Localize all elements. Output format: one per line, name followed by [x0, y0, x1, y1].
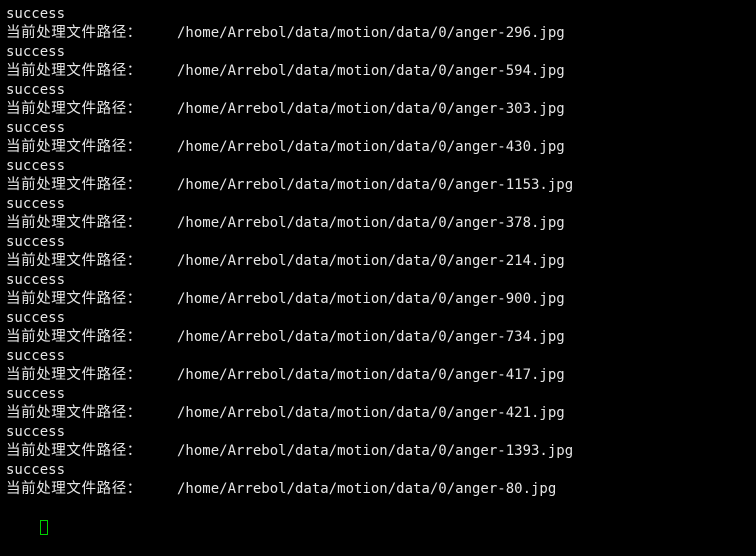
file-path: /home/Arrebol/data/motion/data/0/anger-8…	[177, 481, 557, 497]
path-label: 当前处理文件路径：	[6, 329, 142, 345]
path-label: 当前处理文件路径：	[6, 25, 142, 41]
output-path-line: 当前处理文件路径： /home/Arrebol/data/motion/data/…	[6, 62, 756, 81]
output-path-line: 当前处理文件路径： /home/Arrebol/data/motion/data/…	[6, 100, 756, 119]
output-status-line: success	[6, 43, 756, 62]
path-label: 当前处理文件路径：	[6, 481, 142, 497]
file-path: /home/Arrebol/data/motion/data/0/anger-4…	[177, 367, 565, 383]
output-path-line: 当前处理文件路径： /home/Arrebol/data/motion/data/…	[6, 24, 756, 43]
path-label: 当前处理文件路径：	[6, 253, 142, 269]
output-status-line: success	[6, 309, 756, 328]
status-text: success	[6, 424, 66, 440]
output-status-line: success	[6, 81, 756, 100]
file-path: /home/Arrebol/data/motion/data/0/anger-9…	[177, 291, 565, 307]
output-status-line: success	[6, 271, 756, 290]
cursor-icon	[39, 520, 48, 535]
status-text: success	[6, 82, 66, 98]
file-path: /home/Arrebol/data/motion/data/0/anger-7…	[177, 329, 565, 345]
path-label: 当前处理文件路径：	[6, 367, 142, 383]
file-path: /home/Arrebol/data/motion/data/0/anger-1…	[177, 177, 574, 193]
path-label: 当前处理文件路径：	[6, 291, 142, 307]
file-path: /home/Arrebol/data/motion/data/0/anger-2…	[177, 253, 565, 269]
prompt-line[interactable]	[6, 499, 756, 535]
status-text: success	[6, 272, 66, 288]
output-path-line: 当前处理文件路径： /home/Arrebol/data/motion/data/…	[6, 480, 756, 499]
output-path-line: 当前处理文件路径： /home/Arrebol/data/motion/data/…	[6, 442, 756, 461]
status-text: success	[6, 310, 66, 326]
file-path: /home/Arrebol/data/motion/data/0/anger-3…	[177, 215, 565, 231]
path-label: 当前处理文件路径：	[6, 405, 142, 421]
path-label: 当前处理文件路径：	[6, 177, 142, 193]
path-label: 当前处理文件路径：	[6, 215, 142, 231]
output-status-line: success	[6, 233, 756, 252]
file-path: /home/Arrebol/data/motion/data/0/anger-5…	[177, 63, 565, 79]
path-label: 当前处理文件路径：	[6, 443, 142, 459]
status-text: success	[6, 120, 66, 136]
output-status-line: success	[6, 157, 756, 176]
status-text: success	[6, 386, 66, 402]
output-status-line: success	[6, 195, 756, 214]
status-text: success	[6, 462, 66, 478]
output-status-line: success	[6, 385, 756, 404]
terminal-window[interactable]: success 当前处理文件路径： /home/Arrebol/data/motio…	[0, 0, 756, 535]
output-status-line: success	[6, 461, 756, 480]
file-path: /home/Arrebol/data/motion/data/0/anger-2…	[177, 25, 565, 41]
file-path: /home/Arrebol/data/motion/data/0/anger-4…	[177, 139, 565, 155]
file-path: /home/Arrebol/data/motion/data/0/anger-4…	[177, 405, 565, 421]
file-path: /home/Arrebol/data/motion/data/0/anger-1…	[177, 443, 574, 459]
status-text: success	[6, 6, 66, 22]
output-path-line: 当前处理文件路径： /home/Arrebol/data/motion/data/…	[6, 252, 756, 271]
output-status-line: success	[6, 423, 756, 442]
status-text: success	[6, 348, 66, 364]
status-text: success	[6, 234, 66, 250]
output-path-line: 当前处理文件路径： /home/Arrebol/data/motion/data/…	[6, 214, 756, 233]
path-label: 当前处理文件路径：	[6, 63, 142, 79]
output-status-line: success	[6, 5, 756, 24]
output-path-line: 当前处理文件路径： /home/Arrebol/data/motion/data/…	[6, 404, 756, 423]
output-path-line: 当前处理文件路径： /home/Arrebol/data/motion/data/…	[6, 138, 756, 157]
status-text: success	[6, 158, 66, 174]
output-status-line: success	[6, 119, 756, 138]
terminal-output: success 当前处理文件路径： /home/Arrebol/data/motio…	[6, 5, 756, 499]
status-text: success	[6, 196, 66, 212]
path-label: 当前处理文件路径：	[6, 101, 142, 117]
output-path-line: 当前处理文件路径： /home/Arrebol/data/motion/data/…	[6, 290, 756, 309]
status-text: success	[6, 44, 66, 60]
output-path-line: 当前处理文件路径： /home/Arrebol/data/motion/data/…	[6, 366, 756, 385]
output-path-line: 当前处理文件路径： /home/Arrebol/data/motion/data/…	[6, 176, 756, 195]
output-path-line: 当前处理文件路径： /home/Arrebol/data/motion/data/…	[6, 328, 756, 347]
path-label: 当前处理文件路径：	[6, 139, 142, 155]
output-status-line: success	[6, 347, 756, 366]
file-path: /home/Arrebol/data/motion/data/0/anger-3…	[177, 101, 565, 117]
